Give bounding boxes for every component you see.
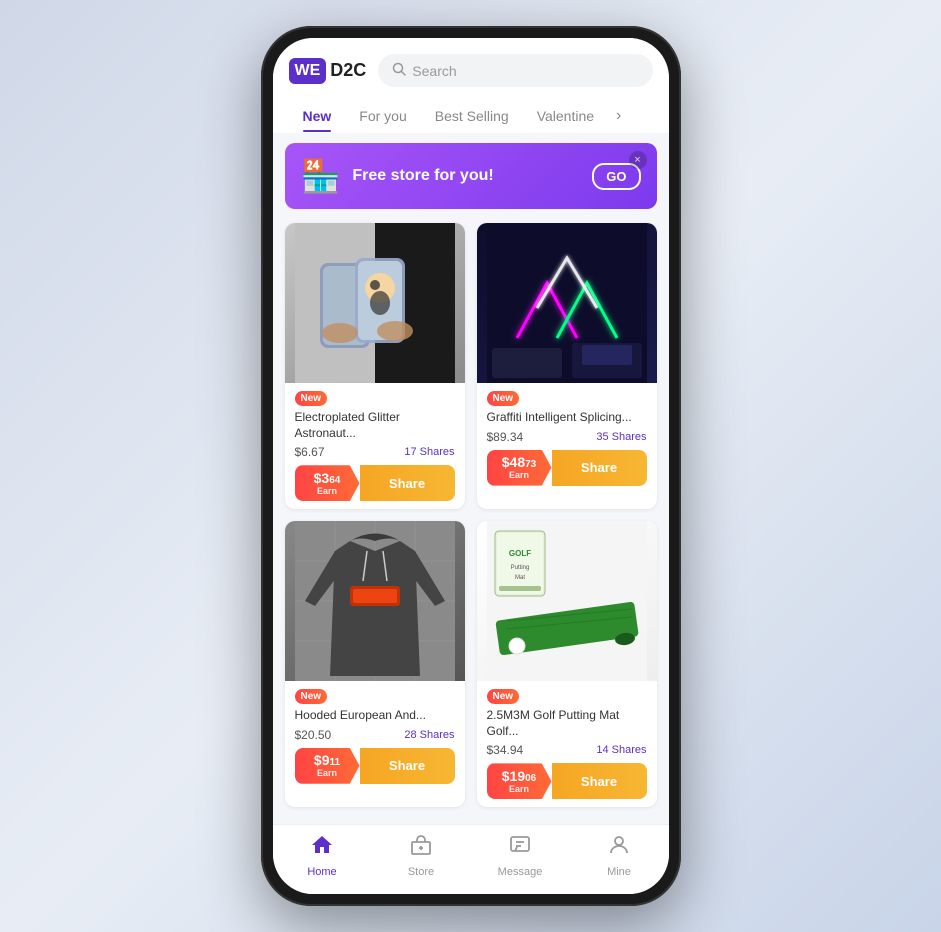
earn-label-3: Earn [317,768,337,778]
product-title-row-2: New Graffiti Intelligent Splicing... [487,391,647,426]
earn-share-row-1: $364 Earn Share [295,465,455,501]
earn-button-2[interactable]: $4873 Earn [487,450,552,486]
tab-for-you[interactable]: For you [345,100,420,132]
original-price-2: $89.34 [487,430,524,444]
product-title-row-4: New 2.5M3M Golf Putting Mat Golf... [487,689,647,739]
earn-share-row-4: $1906 Earn Share [487,763,647,799]
nav-label-mine: Mine [607,866,631,878]
shares-count-4: 14 Shares [596,744,646,756]
original-price-3: $20.50 [295,728,332,742]
product-card-2[interactable]: New Graffiti Intelligent Splicing... $89… [477,223,657,509]
product-title-4: 2.5M3M Golf Putting Mat Golf... [487,708,647,739]
search-icon [392,62,406,79]
tab-valentine[interactable]: Valentine [523,100,608,132]
price-shares-row-4: $34.94 14 Shares [487,743,647,757]
nav-item-mine[interactable]: Mine [570,833,669,878]
product-card-3[interactable]: New Hooded European And... $20.50 28 Sha… [285,521,465,807]
logo-d2c-text: D2C [330,60,366,81]
original-price-1: $6.67 [295,445,325,459]
nav-more-icon[interactable]: › [608,99,629,133]
earn-price-main-4: $19 [502,769,525,783]
product-title-2: Graffiti Intelligent Splicing... [487,410,632,426]
price-shares-row-1: $6.67 17 Shares [295,445,455,459]
earn-price-sup-3: 11 [330,757,341,768]
new-badge-1: New [295,391,328,406]
product-title-row-1: New Electroplated Glitter Astronaut... [295,391,455,441]
earn-button-3[interactable]: $911 Earn [295,748,360,784]
message-icon [508,833,532,863]
tab-new[interactable]: New [289,100,346,132]
phone-screen: WE D2C Search New [273,38,669,894]
product-image-1 [285,223,465,383]
product-info-1: New Electroplated Glitter Astronaut... $… [285,383,465,509]
earn-price-sup-2: 73 [525,459,536,470]
nav-item-message[interactable]: Message [471,833,570,878]
banner-text: Free store for you! [352,167,580,185]
product-info-4: New 2.5M3M Golf Putting Mat Golf... $34.… [477,681,657,807]
share-button-2[interactable]: Share [552,450,647,486]
nav-item-home[interactable]: Home [273,833,372,878]
shares-count-3: 28 Shares [404,729,454,741]
price-shares-row-3: $20.50 28 Shares [295,728,455,742]
earn-share-row-2: $4873 Earn Share [487,450,647,486]
share-button-4[interactable]: Share [552,763,647,799]
new-badge-2: New [487,391,520,406]
shares-count-2: 35 Shares [596,431,646,443]
product-grid: New Electroplated Glitter Astronaut... $… [285,223,657,807]
earn-share-row-3: $911 Earn Share [295,748,455,784]
new-badge-4: New [487,689,520,704]
share-button-1[interactable]: Share [360,465,455,501]
earn-label-1: Earn [317,486,337,496]
earn-label-4: Earn [509,784,529,794]
product-title-row-3: New Hooded European And... [295,689,455,724]
price-shares-row-2: $89.34 35 Shares [487,430,647,444]
svg-text:Putting: Putting [510,565,529,571]
svg-text:GOLF: GOLF [508,549,530,558]
earn-price-main-3: $9 [314,753,330,767]
share-button-3[interactable]: Share [360,748,455,784]
product-card-4[interactable]: GOLF Putting Mat New 2.5M3M Golf Putting… [477,521,657,807]
earn-price-main-2: $48 [502,455,525,469]
earn-label-2: Earn [509,470,529,480]
nav-item-store[interactable]: Store [372,833,471,878]
nav-tabs: New For you Best Selling Valentine › [289,99,653,133]
banner-store-icon: 🏪 [301,157,341,195]
nav-label-message: Message [498,866,543,878]
earn-price-sup-4: 06 [525,773,536,784]
logo-we-badge: WE [289,58,327,84]
search-placeholder-text: Search [412,63,456,79]
bottom-nav: Home Store [273,824,669,894]
mine-icon [607,833,631,863]
original-price-4: $34.94 [487,743,524,757]
shares-count-1: 17 Shares [404,446,454,458]
nav-label-home: Home [307,866,336,878]
product-title-1: Electroplated Glitter Astronaut... [295,410,455,441]
product-title-3: Hooded European And... [295,708,426,724]
earn-button-4[interactable]: $1906 Earn [487,763,552,799]
product-image-3 [285,521,465,681]
product-image-2 [477,223,657,383]
home-icon [310,833,334,863]
content-area: × 🏪 Free store for you! GO [273,133,669,824]
promo-banner[interactable]: × 🏪 Free store for you! GO [285,143,657,209]
product-image-4: GOLF Putting Mat [477,521,657,681]
new-badge-3: New [295,689,328,704]
earn-price-main-1: $3 [314,471,330,485]
store-icon [409,833,433,863]
svg-text:Mat: Mat [514,575,524,581]
logo: WE D2C [289,58,367,84]
search-bar[interactable]: Search [378,54,652,87]
product-info-2: New Graffiti Intelligent Splicing... $89… [477,383,657,494]
phone-frame: WE D2C Search New [261,26,681,906]
product-card-1[interactable]: New Electroplated Glitter Astronaut... $… [285,223,465,509]
tab-best-selling[interactable]: Best Selling [421,100,523,132]
product-info-3: New Hooded European And... $20.50 28 Sha… [285,681,465,792]
earn-button-1[interactable]: $364 Earn [295,465,360,501]
banner-close-button[interactable]: × [629,151,647,169]
header-top: WE D2C Search [289,54,653,87]
earn-price-sup-1: 64 [329,475,340,486]
nav-label-store: Store [408,866,434,878]
header: WE D2C Search New [273,38,669,133]
